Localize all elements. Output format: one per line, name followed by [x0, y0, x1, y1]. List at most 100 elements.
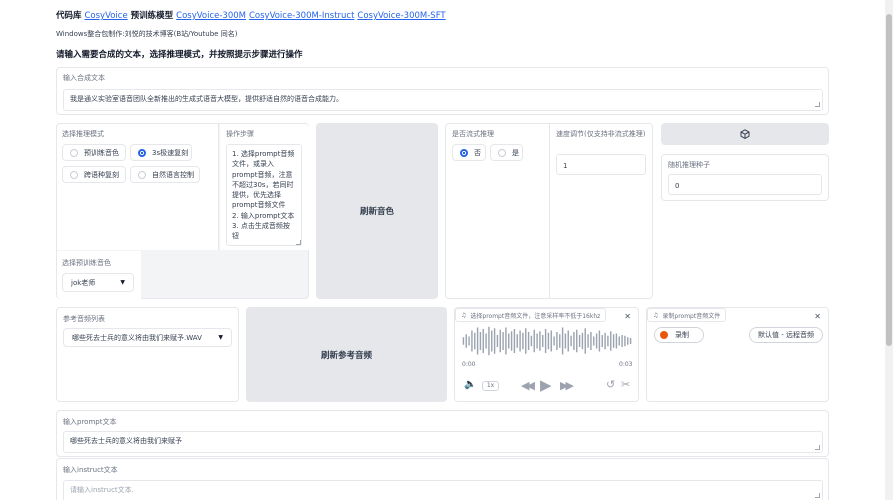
speed-input[interactable]: 1: [556, 154, 646, 175]
mode-option-cross-lingual[interactable]: 跨语种复刻: [62, 166, 126, 183]
repo-link[interactable]: CosyVoice: [84, 11, 127, 21]
stream-option-label: 是: [512, 148, 519, 157]
waveform-bar: [627, 337, 629, 345]
seed-panel: 随机推理种子 0: [661, 154, 829, 201]
mode-option-label: 跨语种复刻: [84, 170, 119, 179]
waveform-bar: [485, 333, 487, 349]
seed-input[interactable]: 0: [668, 174, 822, 195]
waveform-bar: [488, 326, 490, 356]
ref-audio-value: 哪些死去士兵的意义将由我们来赋予.WAV: [72, 333, 202, 342]
close-icon[interactable]: ✕: [814, 312, 821, 321]
mode-label: 选择推理模式: [62, 130, 104, 138]
waveform-bar: [493, 328, 496, 354]
waveform-bar: [550, 330, 552, 352]
audio-file-header: ♫ 选择prompt音频文件，注意采样率不低于16khz: [455, 308, 607, 322]
model-link-instruct[interactable]: CosyVoice-300M-Instruct: [249, 11, 354, 21]
instruct-text-label: 输入instruct文本: [63, 466, 118, 474]
mode-option-label: 3s极速复刻: [152, 148, 189, 157]
waveform-bar: [516, 334, 518, 348]
mode-option-label: 自然语言控制: [152, 170, 194, 179]
waveform-bar: [479, 332, 482, 350]
model-link-sft[interactable]: CosyVoice-300M-SFT: [357, 11, 445, 21]
skip-forward-icon[interactable]: ▶▶: [560, 379, 574, 392]
instruct-text-input[interactable]: 请输入instruct文本.: [63, 480, 823, 500]
waveform-bar: [570, 335, 572, 347]
mode-panel: [57, 124, 219, 250]
ref-audio-panel: 参考音频列表 哪些死去士兵的意义将由我们来赋予.WAV ▼: [56, 307, 239, 402]
play-icon[interactable]: ▶: [540, 376, 552, 394]
radio-circle: [70, 148, 78, 157]
radio-circle-selected: [138, 148, 146, 157]
waveform-bar: [612, 334, 615, 348]
scrollbar-thumb[interactable]: [886, 14, 892, 346]
seed-label: 随机推理种子: [668, 161, 710, 169]
instruct-text-panel: 输入instruct文本 请输入instruct文本.: [56, 458, 829, 500]
prompt-text-input[interactable]: 哪些死去士兵的意义将由我们来赋予: [63, 431, 823, 453]
dice-button[interactable]: [661, 123, 829, 145]
mode-option-3s-clone[interactable]: 3s极速复刻: [130, 144, 192, 161]
radio-circle: [498, 148, 506, 157]
mode-option-instruct[interactable]: 自然语言控制: [130, 166, 200, 183]
pretrained-voice-select[interactable]: jok老师 ▼: [62, 273, 134, 292]
waveform-bar: [624, 335, 626, 347]
waveform-bar: [471, 330, 473, 352]
record-button[interactable]: 录制: [654, 327, 704, 343]
refresh-voice-button[interactable]: 刷新音色: [316, 123, 438, 299]
waveform-bar: [465, 334, 467, 348]
music-note-icon: ♫: [653, 311, 659, 319]
pretrained-voice-value: jok老师: [71, 278, 96, 287]
instruction-text: 请输入需要合成的文本，选择推理模式，并按照提示步骤进行操作: [56, 50, 303, 60]
audio-source-button[interactable]: 默认值 - 远程音频: [749, 327, 823, 343]
playback-speed-button[interactable]: 1x: [482, 381, 499, 391]
radio-circle: [70, 170, 78, 179]
waveform-bar: [587, 334, 589, 348]
waveform-bar: [561, 327, 564, 355]
resize-handle[interactable]: [815, 445, 820, 450]
waveform-bar: [573, 332, 575, 350]
mode-option-pretrained[interactable]: 预训练音色: [62, 144, 126, 161]
waveform-bar: [584, 328, 586, 354]
waveform-bar: [581, 332, 584, 350]
close-icon[interactable]: ✕: [624, 312, 631, 321]
music-note-icon: ♫: [461, 311, 467, 319]
refresh-ref-audio-button[interactable]: 刷新参考音频: [246, 307, 447, 402]
waveform-bar: [522, 332, 524, 350]
resize-handle[interactable]: [815, 493, 820, 498]
ref-audio-select[interactable]: 哪些死去士兵的意义将由我们来赋予.WAV ▼: [63, 328, 232, 347]
skip-back-icon[interactable]: ◀◀: [521, 379, 535, 392]
steps-label: 操作步骤: [226, 130, 254, 138]
waveform-bar: [476, 327, 479, 355]
resize-handle[interactable]: [815, 102, 820, 107]
waveform-bar: [513, 329, 516, 353]
waveform-bar: [519, 330, 521, 352]
model-link-300m[interactable]: CosyVoice-300M: [176, 11, 246, 21]
waveform-bar: [564, 333, 567, 349]
prompt-text-panel: 输入prompt文本 哪些死去士兵的意义将由我们来赋予: [56, 410, 829, 457]
volume-icon[interactable]: 🔈: [464, 379, 476, 390]
page-title: 代码库 CosyVoice 预训练模型 CosyVoice-300M CosyV…: [56, 9, 446, 21]
radio-circle-selected: [460, 148, 468, 157]
waveform-bar: [567, 330, 569, 352]
resize-handle[interactable]: [296, 240, 301, 245]
waveform-bar: [556, 332, 558, 350]
waveform-bar: [604, 332, 606, 350]
mode-option-label: 预训练音色: [84, 148, 119, 157]
trim-icon[interactable]: ✂: [621, 378, 630, 391]
stream-option-yes[interactable]: 是: [490, 144, 523, 161]
page-scrollbar[interactable]: [885, 0, 893, 500]
waveform-bar: [621, 335, 623, 347]
pretrained-voice-label: 选择预训练音色: [62, 259, 111, 267]
synth-text-panel: 输入合成文本 我是通义实验室语音团队全新推出的生成式语音大模型，提供舒适自然的语…: [56, 67, 829, 115]
reset-icon[interactable]: ↺: [606, 378, 615, 391]
prompt-text-label: 输入prompt文本: [63, 418, 117, 426]
waveform-bar: [593, 336, 595, 346]
waveform-bar: [527, 332, 530, 350]
waveform-bar: [505, 327, 507, 355]
stream-option-no[interactable]: 否: [452, 144, 486, 161]
record-button-label: 录制: [675, 331, 689, 339]
ref-audio-label: 参考音频列表: [63, 315, 105, 323]
steps-text[interactable]: 1. 选择prompt音频文件，或录入prompt音频，注意不超过30s，若同时…: [226, 144, 302, 246]
waveform[interactable]: [462, 326, 632, 356]
synth-text-input[interactable]: 我是通义实验室语音团队全新推出的生成式语音大模型，提供舒适自然的语音合成能力。: [63, 89, 823, 111]
credits-text: Windows整合包制作:刘悦的技术博客(B站/Youtube 同名): [56, 30, 238, 38]
